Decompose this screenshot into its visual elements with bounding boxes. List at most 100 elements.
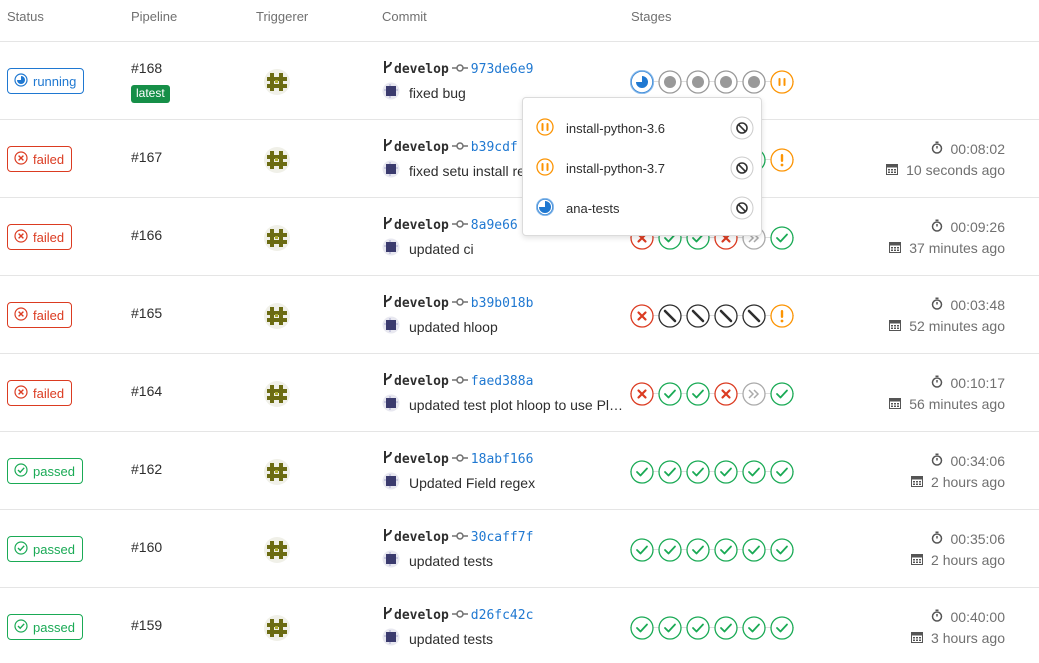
branch-name[interactable]: develop (394, 140, 449, 155)
stage-passed-icon[interactable] (770, 616, 794, 640)
stage-passed-icon[interactable] (658, 616, 682, 640)
dropdown-job-item[interactable]: ana-tests (523, 188, 761, 228)
triggerer-avatar[interactable] (264, 459, 290, 485)
stage-skipped-arrows-icon[interactable] (742, 382, 766, 406)
pipeline-id[interactable]: #165 (131, 305, 162, 321)
cancel-icon[interactable] (730, 196, 754, 220)
branch-name[interactable]: develop (394, 218, 449, 233)
pipeline-id[interactable]: #167 (131, 149, 162, 165)
status-badge[interactable]: passed (7, 458, 83, 484)
cancel-icon[interactable] (730, 116, 754, 140)
job-name[interactable]: install-python-3.6 (566, 121, 665, 136)
status-badge[interactable]: failed (7, 380, 73, 406)
status-badge[interactable]: passed (7, 614, 83, 640)
stage-passed-icon[interactable] (686, 538, 710, 562)
branch-name[interactable]: develop (394, 608, 449, 623)
stage-passed-icon[interactable] (714, 460, 738, 484)
branch-name[interactable]: develop (394, 62, 449, 77)
commit-sha[interactable]: 30caff7f (471, 530, 534, 545)
branch-name[interactable]: develop (394, 374, 449, 389)
commit-sha[interactable]: 8a9e66 (471, 218, 518, 233)
stage-skipped-icon[interactable] (658, 304, 682, 328)
stage-passed-icon[interactable] (658, 382, 682, 406)
author-avatar[interactable] (382, 628, 400, 649)
job-name[interactable]: ana-tests (566, 201, 619, 216)
stage-passed-icon[interactable] (630, 616, 654, 640)
author-avatar[interactable] (382, 82, 400, 103)
author-avatar[interactable] (382, 316, 400, 337)
stage-passed-icon[interactable] (714, 616, 738, 640)
commit-message[interactable]: Updated Field regex (409, 475, 535, 491)
pipeline-id[interactable]: #166 (131, 227, 162, 243)
triggerer-avatar[interactable] (264, 225, 290, 251)
stage-passed-icon[interactable] (686, 460, 710, 484)
stage-skipped-icon[interactable] (686, 304, 710, 328)
commit-message[interactable]: updated test plot hloop to use Pl… (409, 397, 623, 413)
commit-sha[interactable]: b39cdf (471, 140, 518, 155)
triggerer-avatar[interactable] (264, 537, 290, 563)
author-avatar[interactable] (382, 394, 400, 415)
author-avatar[interactable] (382, 238, 400, 259)
stage-warning-icon[interactable] (770, 304, 794, 328)
pipeline-id[interactable]: #160 (131, 539, 162, 555)
commit-message[interactable]: updated tests (409, 553, 493, 569)
stage-passed-icon[interactable] (658, 538, 682, 562)
stage-passed-icon[interactable] (742, 538, 766, 562)
pipeline-id[interactable]: #159 (131, 617, 162, 633)
commit-message[interactable]: updated ci (409, 241, 474, 257)
triggerer-avatar[interactable] (264, 303, 290, 329)
stage-pending-icon[interactable] (658, 70, 682, 94)
commit-message[interactable]: updated tests (409, 631, 493, 647)
commit-sha[interactable]: b39b018b (471, 296, 534, 311)
commit-message[interactable]: fixed bug (409, 85, 466, 101)
commit-message[interactable]: updated hloop (409, 319, 498, 335)
pipeline-id[interactable]: #168 (131, 60, 162, 76)
stage-running-icon[interactable] (629, 69, 655, 95)
author-avatar[interactable] (382, 472, 400, 493)
status-badge[interactable]: failed (7, 224, 73, 250)
pipeline-id[interactable]: #164 (131, 383, 162, 399)
stage-passed-icon[interactable] (658, 460, 682, 484)
dropdown-job-item[interactable]: install-python-3.6 (523, 108, 761, 148)
stage-passed-icon[interactable] (742, 616, 766, 640)
status-badge[interactable]: passed (7, 536, 83, 562)
stage-passed-icon[interactable] (630, 538, 654, 562)
stage-passed-icon[interactable] (686, 382, 710, 406)
stage-failed-icon[interactable] (714, 382, 738, 406)
stage-passed-icon[interactable] (630, 460, 654, 484)
triggerer-avatar[interactable] (264, 615, 290, 641)
stage-pending-icon[interactable] (686, 70, 710, 94)
cancel-icon[interactable] (730, 156, 754, 180)
triggerer-avatar[interactable] (264, 69, 290, 95)
dropdown-job-item[interactable]: install-python-3.7 (523, 148, 761, 188)
stage-pending-icon[interactable] (714, 70, 738, 94)
author-avatar[interactable] (382, 550, 400, 571)
commit-message[interactable]: fixed setu install re (409, 163, 525, 179)
stage-failed-icon[interactable] (630, 304, 654, 328)
stage-passed-icon[interactable] (770, 382, 794, 406)
commit-sha[interactable]: d26fc42c (471, 608, 534, 623)
pipeline-id[interactable]: #162 (131, 461, 162, 477)
stage-passed-icon[interactable] (686, 616, 710, 640)
job-name[interactable]: install-python-3.7 (566, 161, 665, 176)
stage-pending-icon[interactable] (742, 70, 766, 94)
stage-warning-icon[interactable] (770, 148, 794, 172)
stage-skipped-icon[interactable] (742, 304, 766, 328)
commit-sha[interactable]: 18abf166 (471, 452, 534, 467)
stage-passed-icon[interactable] (714, 538, 738, 562)
stage-manual-icon[interactable] (770, 70, 794, 94)
commit-sha[interactable]: faed388a (471, 374, 534, 389)
status-badge[interactable]: running (7, 68, 85, 94)
stage-passed-icon[interactable] (770, 460, 794, 484)
stage-passed-icon[interactable] (742, 460, 766, 484)
stage-failed-icon[interactable] (630, 382, 654, 406)
status-badge[interactable]: failed (7, 146, 73, 172)
triggerer-avatar[interactable] (264, 147, 290, 173)
stage-passed-icon[interactable] (770, 538, 794, 562)
triggerer-avatar[interactable] (264, 381, 290, 407)
author-avatar[interactable] (382, 160, 400, 181)
stage-skipped-icon[interactable] (714, 304, 738, 328)
commit-sha[interactable]: 973de6e9 (471, 62, 534, 77)
status-badge[interactable]: failed (7, 302, 73, 328)
branch-name[interactable]: develop (394, 452, 449, 467)
